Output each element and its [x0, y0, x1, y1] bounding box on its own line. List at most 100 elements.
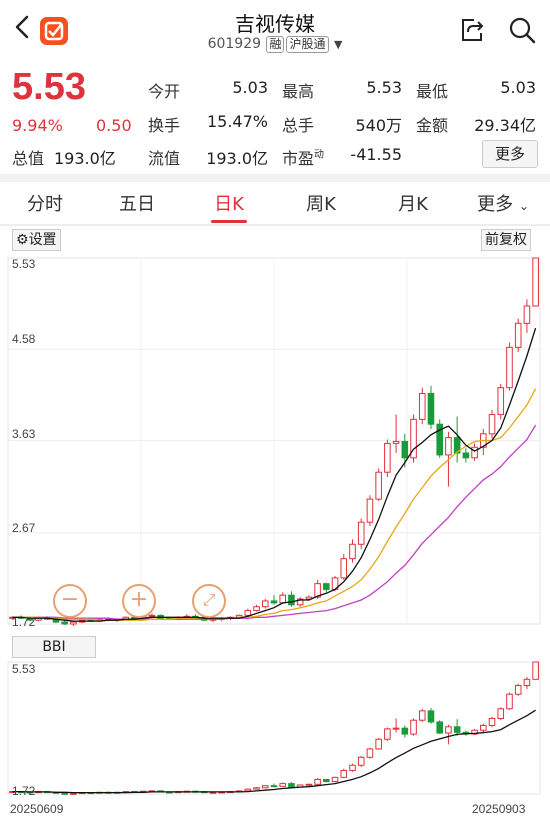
- candle-body: [497, 387, 505, 416]
- quote-label-turnover: 换手: [148, 116, 181, 135]
- candle-body: [323, 778, 330, 783]
- candle-body: [427, 392, 435, 425]
- candle-body: [61, 792, 68, 795]
- candle-body: [532, 661, 539, 680]
- candle-body: [462, 452, 470, 459]
- candle-body: [244, 788, 252, 792]
- tab-monthly-k[interactable]: 月K: [378, 190, 448, 216]
- tab-weekly-k[interactable]: 周K: [286, 190, 356, 216]
- bbi-y-label-bottom: 1.72: [12, 784, 36, 798]
- y-label-3: 3.63: [12, 427, 36, 441]
- candle-body: [288, 594, 295, 606]
- header: 吉视传媒 601929 融沪股通 ▼: [0, 0, 550, 64]
- candle-body: [270, 785, 278, 788]
- quote-label-amount: 金额: [416, 116, 449, 135]
- candle-body: [453, 726, 461, 733]
- change-amount: 0.50: [96, 116, 132, 135]
- candle-body: [70, 792, 77, 795]
- candle-body: [480, 724, 487, 731]
- tab-daily-k[interactable]: 日K: [194, 190, 264, 216]
- candle-body: [436, 721, 443, 734]
- candle-body: [148, 614, 156, 617]
- candle-body: [314, 778, 321, 785]
- adjust-mode-button[interactable]: 前复权: [481, 229, 531, 251]
- candle-body: [279, 594, 287, 604]
- stock-code: 601929: [207, 36, 262, 52]
- quote-label-volume: 总手: [282, 116, 315, 135]
- start-date: 20250609: [10, 802, 64, 816]
- tab-more[interactable]: 更多 ⌄: [468, 190, 538, 216]
- zoom-out-button[interactable]: −: [53, 584, 87, 618]
- home-indicator: [255, 820, 295, 837]
- last-price: 5.53: [12, 66, 86, 108]
- y-label-2: 4.58: [12, 332, 36, 346]
- y-label-bottom: 1.72: [12, 615, 36, 629]
- connect-tag: 沪股通: [286, 36, 329, 53]
- candle-body: [331, 776, 339, 783]
- chart-settings-button[interactable]: ⚙设置: [12, 229, 61, 251]
- candle-body: [70, 621, 77, 625]
- quote-label-total-value: 总值: [12, 149, 45, 168]
- quote-label-low: 最低: [416, 82, 449, 101]
- tab-intraday[interactable]: 分时: [10, 190, 80, 216]
- quote-value-turnover: 15.47%: [206, 112, 268, 131]
- candle-body: [244, 610, 252, 616]
- gear-icon: ⚙: [16, 232, 29, 248]
- quote-value-high: 5.53: [366, 78, 402, 97]
- candle-body: [392, 727, 400, 730]
- end-date: 20250903: [472, 802, 526, 816]
- candle-body: [323, 583, 330, 590]
- zoom-in-button[interactable]: +: [122, 584, 156, 618]
- quote-label-open: 今开: [148, 82, 181, 101]
- search-icon[interactable]: [508, 16, 536, 44]
- candle-body: [427, 710, 435, 723]
- candle-body: [375, 738, 382, 750]
- candle-body: [418, 392, 426, 420]
- candle-body: [532, 257, 539, 307]
- tab-five-day[interactable]: 五日: [102, 190, 172, 216]
- candle-body: [253, 787, 260, 790]
- candle-body: [375, 471, 382, 500]
- settings-label: 设置: [28, 232, 57, 248]
- candle-body: [261, 785, 269, 789]
- quote-value-float-value: 193.0亿: [206, 149, 268, 168]
- candle-body: [366, 498, 374, 523]
- candle-body: [366, 748, 374, 758]
- bbi-chart[interactable]: [0, 658, 550, 798]
- candle-body: [357, 521, 365, 545]
- candle-body: [384, 728, 391, 740]
- candle-body: [340, 558, 348, 579]
- quote-value-pe: -41.55: [350, 145, 402, 164]
- candle-body: [445, 726, 452, 734]
- candle-body: [471, 446, 478, 459]
- bbi-y-label-top: 5.53: [12, 662, 36, 676]
- quote-label-high: 最高: [282, 82, 315, 101]
- candle-body: [506, 346, 513, 389]
- candle-body: [270, 600, 278, 604]
- candle-body: [514, 685, 522, 695]
- candle-body: [384, 442, 391, 473]
- candle-body: [357, 756, 365, 766]
- dropdown-triangle-icon[interactable]: ▼: [334, 38, 342, 51]
- bbi-indicator-button[interactable]: BBI: [12, 636, 96, 658]
- candle-body: [401, 440, 409, 459]
- y-label-top: 5.53: [12, 257, 36, 271]
- expand-icon[interactable]: ⤢: [192, 584, 226, 618]
- candlestick-chart[interactable]: [0, 252, 550, 632]
- candle-body: [523, 678, 531, 687]
- quote-label-pe: 市盈动: [282, 149, 325, 168]
- candle-body: [506, 693, 513, 710]
- share-icon[interactable]: [458, 16, 486, 44]
- chevron-down-icon: ⌄: [518, 199, 529, 213]
- candle-body: [349, 764, 356, 771]
- quote-value-total-value: 193.0亿: [54, 149, 116, 168]
- candle-body: [253, 606, 260, 612]
- quote-more-button[interactable]: 更多: [482, 140, 538, 168]
- candle-body: [340, 769, 348, 778]
- candle-body: [401, 727, 409, 735]
- candle-body: [288, 783, 295, 788]
- quote-value-amount: 29.34亿: [474, 116, 536, 135]
- period-tabs: 分时 五日 日K 周K 月K 更多 ⌄: [0, 176, 550, 224]
- candle-body: [261, 600, 269, 608]
- candle-body: [61, 621, 68, 625]
